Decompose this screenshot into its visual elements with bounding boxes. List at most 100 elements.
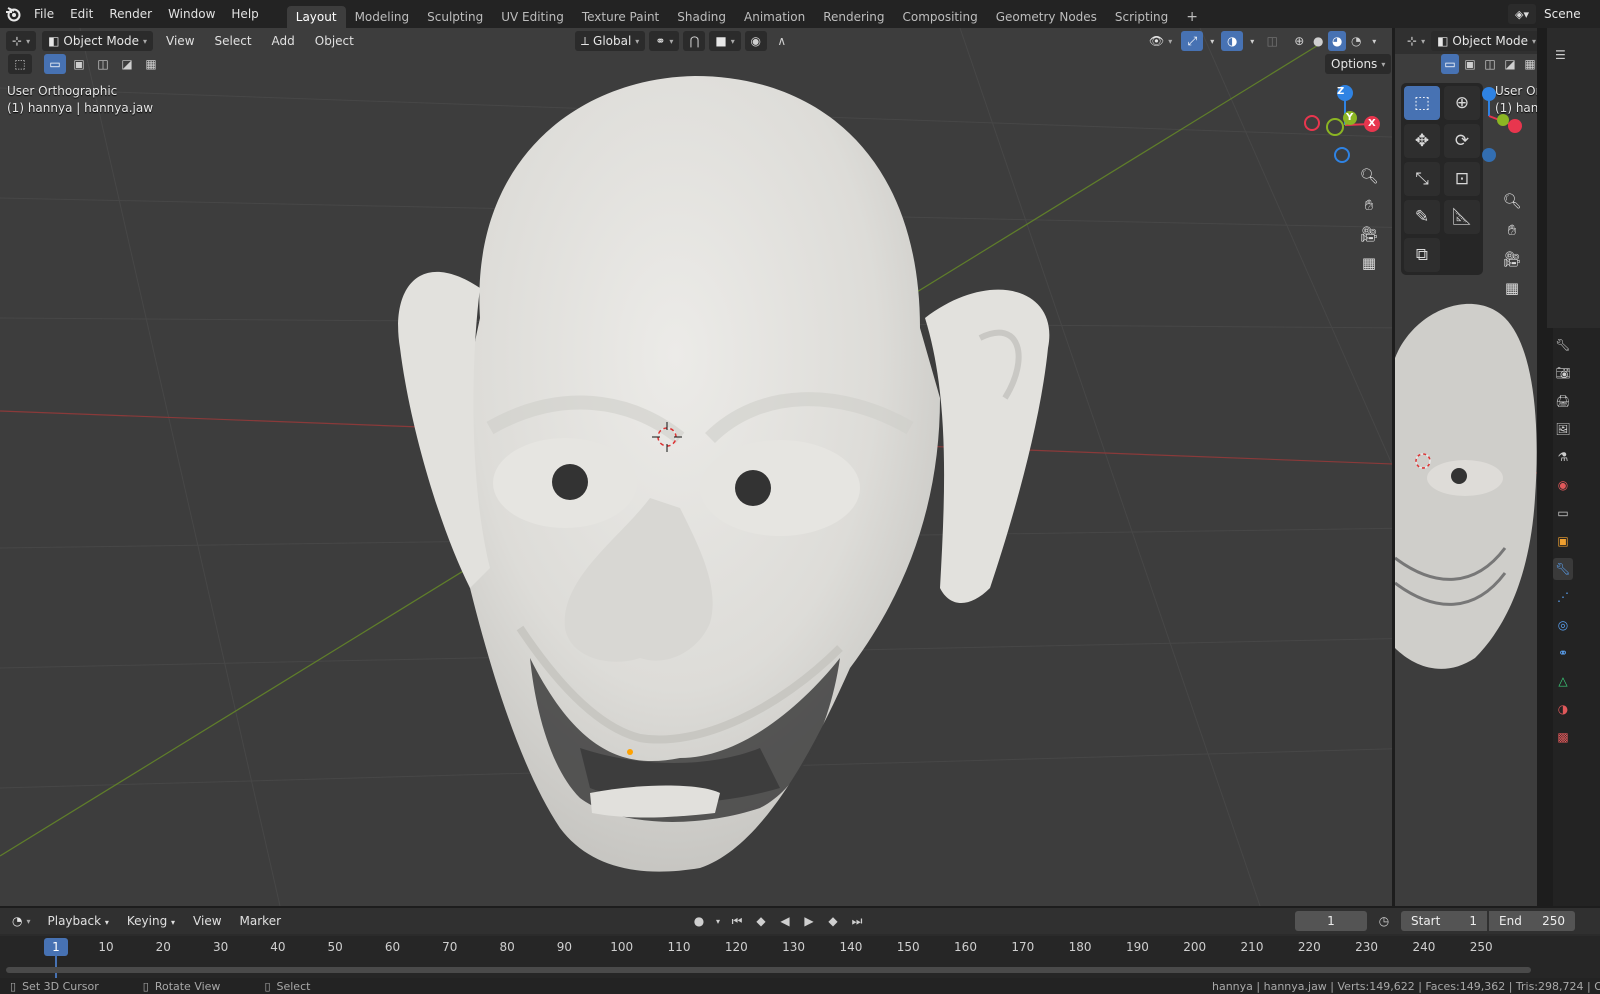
sec-pan-hand-icon[interactable]: ✋︎ [1499, 217, 1525, 243]
annotate-tool-icon[interactable]: ✎ [1404, 200, 1440, 234]
tab-modeling[interactable]: Modeling [346, 6, 419, 28]
timeline-editor-type-dropdown[interactable]: ◔ ▾ [6, 911, 37, 931]
play-reverse-icon[interactable]: ◀ [774, 911, 796, 931]
add-cube-tool-icon[interactable]: ⧉ [1404, 238, 1440, 272]
overlays-toggle-icon[interactable]: ◑ [1221, 31, 1244, 51]
camera-view-icon[interactable]: 🎥︎ [1356, 221, 1382, 247]
data-properties-icon[interactable]: △ [1553, 670, 1573, 692]
main-3d-viewport[interactable]: User Orthographic (1) hannya | hannya.ja… [0, 28, 1420, 906]
output-properties-icon[interactable]: 🖨︎ [1553, 390, 1573, 412]
select-mode-extend-icon[interactable]: ▣ [68, 54, 90, 74]
collection-properties-icon[interactable]: ▭ [1553, 502, 1573, 524]
outliner-filter-icon[interactable]: ☰ [1555, 48, 1566, 62]
gizmo-toggle-icon[interactable]: ⤢ [1181, 31, 1204, 51]
tab-scripting[interactable]: Scripting [1106, 6, 1177, 28]
select-mode-subtract-icon[interactable]: ◫ [92, 54, 114, 74]
sec-mode-dropdown[interactable]: ◧ Object Mode ▾ [1431, 31, 1537, 51]
wireframe-shading-icon[interactable]: ⊕ [1290, 31, 1308, 51]
cursor-tool-icon[interactable]: ⊕ [1444, 86, 1480, 120]
sec-zoom-icon[interactable]: 🔍︎ [1499, 188, 1525, 214]
sec-editor-type-dropdown[interactable]: ⊹ ▾ [1405, 31, 1427, 51]
zoom-icon[interactable]: 🔍︎ [1356, 163, 1382, 189]
transform-orientation-dropdown[interactable]: ⟂ Global ▾ [575, 31, 646, 51]
tab-compositing[interactable]: Compositing [893, 6, 986, 28]
menu-view[interactable]: View [159, 31, 201, 51]
timeline-scrollbar[interactable] [6, 967, 1531, 973]
tool-properties-icon[interactable]: 🔧︎ [1553, 334, 1573, 356]
timeline-ruler[interactable]: 10 20 30 40 50 60 70 80 90 100 110 120 130 140 150 160 1… [0, 936, 1600, 978]
add-workspace-button[interactable]: + [1177, 6, 1207, 28]
keying-set-dropdown-icon[interactable]: ▾ [712, 911, 724, 931]
start-frame-field[interactable]: Start 1 [1401, 911, 1487, 931]
material-preview-shading-icon[interactable]: ◕ [1328, 31, 1347, 51]
menu-playback[interactable]: Playback ▾ [41, 911, 116, 931]
blender-logo-icon[interactable] [0, 0, 26, 28]
jump-to-start-icon[interactable]: ⏮ [726, 911, 748, 931]
options-dropdown[interactable]: Options ▾ [1325, 54, 1392, 74]
material-properties-icon[interactable]: ◑ [1553, 698, 1573, 720]
tab-uv-editing[interactable]: UV Editing [492, 6, 573, 28]
tab-shading[interactable]: Shading [668, 6, 735, 28]
shading-dropdown-icon[interactable]: ▾ [1368, 31, 1380, 51]
menu-file[interactable]: File [26, 0, 62, 28]
secondary-3d-viewport[interactable]: ⬚ ⊕ ✥ ⟳ ⤡ ⊡ ✎ 📐︎ ⧉ ▭ ▣ ◫ ◪ ▦ User Orth (… [1395, 28, 1537, 906]
view-layer-properties-icon[interactable]: 🖼︎ [1553, 418, 1573, 440]
select-mode-new-icon[interactable]: ▭ [44, 54, 66, 74]
select-mode-invert-icon[interactable]: ◪ [116, 54, 138, 74]
proportional-editing-icon[interactable]: ◉ [744, 31, 767, 51]
scale-tool-icon[interactable]: ⤡ [1404, 162, 1440, 196]
select-mode-intersect-icon[interactable]: ▦ [140, 54, 162, 74]
falloff-curve-icon[interactable]: ∧ [771, 31, 793, 51]
menu-timeline-view[interactable]: View [186, 911, 228, 931]
menu-object[interactable]: Object [308, 31, 361, 51]
pivot-point-dropdown[interactable]: ⚭ ▾ [649, 31, 680, 51]
scene-properties-icon[interactable]: ⚗ [1553, 446, 1573, 468]
tab-animation[interactable]: Animation [735, 6, 814, 28]
menu-help[interactable]: Help [223, 0, 266, 28]
solid-shading-icon[interactable]: ● [1309, 31, 1327, 51]
sec-select-mode-intersect-icon[interactable]: ▦ [1521, 54, 1537, 74]
end-frame-field[interactable]: End 250 [1489, 911, 1575, 931]
measure-tool-icon[interactable]: 📐︎ [1444, 200, 1480, 234]
tab-rendering[interactable]: Rendering [814, 6, 893, 28]
sec-select-mode-subtract-icon[interactable]: ◫ [1481, 54, 1499, 74]
menu-add[interactable]: Add [265, 31, 302, 51]
tab-layout[interactable]: Layout [286, 6, 346, 28]
menu-select[interactable]: Select [208, 31, 259, 51]
menu-render[interactable]: Render [101, 0, 160, 28]
perspective-toggle-grid-icon[interactable]: ▦ [1356, 250, 1382, 276]
particles-properties-icon[interactable]: ⋰ [1553, 586, 1573, 608]
mode-dropdown[interactable]: ◧ Object Mode ▾ [42, 31, 154, 51]
menu-marker[interactable]: Marker [233, 911, 288, 931]
hannya-mask-model[interactable] [380, 68, 1080, 906]
sec-perspective-grid-icon[interactable]: ▦ [1499, 275, 1525, 301]
navigation-gizmo[interactable] [1300, 80, 1390, 170]
xray-toggle-icon[interactable]: ◫ [1261, 31, 1283, 51]
jump-to-prev-keyframe-icon[interactable]: ◆ [750, 911, 772, 931]
scene-name[interactable]: Scene [1540, 7, 1581, 21]
overlays-dropdown-icon[interactable]: ▾ [1246, 31, 1258, 51]
jump-to-next-keyframe-icon[interactable]: ◆ [822, 911, 844, 931]
scene-selector-icon[interactable]: ◈▾ [1508, 4, 1536, 24]
tab-texture-paint[interactable]: Texture Paint [573, 6, 668, 28]
menu-edit[interactable]: Edit [62, 0, 101, 28]
auto-keying-record-icon[interactable]: ● [688, 911, 710, 931]
use-preview-range-icon[interactable]: ◷ [1373, 911, 1395, 931]
world-properties-icon[interactable]: ◉ [1553, 474, 1573, 496]
modifier-properties-icon[interactable]: 🔧︎ [1553, 558, 1573, 580]
jump-to-end-icon[interactable]: ⏭ [846, 911, 868, 931]
gizmo-dropdown-icon[interactable]: ▾ [1206, 31, 1218, 51]
sec-camera-view-icon[interactable]: 🎥︎ [1499, 246, 1525, 272]
current-frame-field[interactable]: 1 [1295, 911, 1367, 931]
constraints-properties-icon[interactable]: ⚭ [1553, 642, 1573, 664]
play-icon[interactable]: ▶ [798, 911, 820, 931]
object-properties-icon[interactable]: ▣ [1553, 530, 1573, 552]
texture-properties-icon[interactable]: ▩ [1553, 726, 1573, 748]
select-box-tool-icon[interactable]: ⬚ [1404, 86, 1440, 120]
pan-hand-icon[interactable]: ✋︎ [1356, 192, 1382, 218]
visibility-dropdown[interactable]: 👁︎ ▾ [1143, 31, 1178, 51]
tab-geometry-nodes[interactable]: Geometry Nodes [987, 6, 1106, 28]
tool-settings-select-icon[interactable]: ⬚ [8, 54, 32, 74]
editor-type-dropdown[interactable]: ⊹ ▾ [6, 31, 37, 51]
snap-magnet-icon[interactable]: ⋂ [683, 31, 706, 51]
